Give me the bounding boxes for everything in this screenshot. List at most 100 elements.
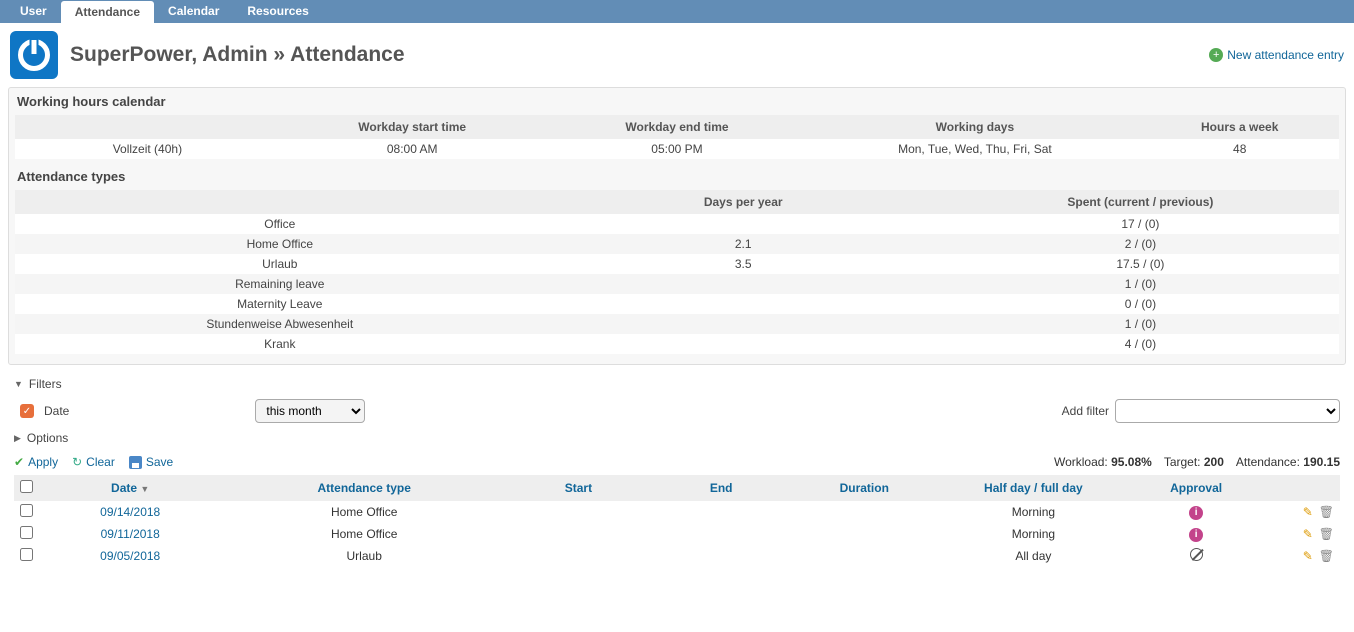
row-date-link[interactable]: 09/05/2018 (39, 545, 221, 567)
tab-calendar[interactable]: Calendar (154, 0, 233, 23)
delete-icon[interactable]: 🗑 (1319, 549, 1334, 563)
page-title: SuperPower, Admin » Attendance (70, 43, 405, 67)
table-cell (545, 334, 942, 354)
col-type[interactable]: Attendance type (221, 475, 507, 501)
table-cell (507, 501, 650, 523)
table-cell: Mon, Tue, Wed, Thu, Fri, Sat (809, 139, 1140, 159)
table-cell: Office (15, 214, 545, 234)
table-row: 09/05/2018Urlaub All day ✎ 🗑 (14, 545, 1340, 567)
save-link[interactable]: Save (129, 455, 173, 469)
nav-tabs: User Attendance Calendar Resources (0, 0, 1354, 23)
table-cell (507, 523, 650, 545)
table-cell: 05:00 PM (545, 139, 810, 159)
apply-link[interactable]: ✔ Apply (14, 455, 58, 469)
save-label: Save (146, 455, 173, 469)
table-cell: 1 / (0) (942, 274, 1339, 294)
row-checkbox[interactable] (20, 548, 33, 561)
table-cell (545, 294, 942, 314)
row-checkbox[interactable] (20, 526, 33, 539)
delete-icon[interactable]: 🗑 (1319, 505, 1334, 519)
table-cell: 4 / (0) (942, 334, 1339, 354)
col-duration[interactable]: Duration (793, 475, 936, 501)
wh-col-start: Workday start time (280, 115, 545, 139)
edit-icon[interactable]: ✎ (1303, 505, 1313, 519)
table-cell: Urlaub (221, 545, 507, 567)
table-cell (545, 274, 942, 294)
ban-icon (1190, 548, 1203, 561)
table-cell: 1 / (0) (942, 314, 1339, 334)
col-start[interactable]: Start (507, 475, 650, 501)
add-filter-select[interactable] (1115, 399, 1340, 423)
at-col-dpy: Days per year (545, 190, 942, 214)
at-table: Days per year Spent (current / previous)… (15, 190, 1339, 354)
info-icon: i (1189, 528, 1203, 542)
clear-link[interactable]: ↻ Clear (72, 455, 115, 469)
date-filter-checkbox[interactable]: ✓ (20, 404, 34, 418)
add-filter-label: Add filter (1062, 404, 1109, 418)
table-row: 09/11/2018Home Office Morning i ✎ 🗑 (14, 523, 1340, 545)
options-toggle[interactable]: ▶ Options (0, 427, 1354, 449)
refresh-icon: ↻ (72, 455, 82, 469)
table-cell (793, 545, 936, 567)
tab-resources[interactable]: Resources (233, 0, 322, 23)
workload-value: 95.08% (1111, 455, 1152, 469)
table-cell: Remaining leave (15, 274, 545, 294)
edit-icon[interactable]: ✎ (1303, 527, 1313, 541)
table-cell: 17.5 / (0) (942, 254, 1339, 274)
table-cell: Morning (936, 523, 1131, 545)
col-checkbox[interactable] (14, 475, 39, 501)
table-row: Maternity Leave0 / (0) (15, 294, 1339, 314)
info-panel: Working hours calendar Workday start tim… (8, 87, 1346, 365)
plus-icon: + (1209, 48, 1223, 62)
table-row: Home Office2.12 / (0) (15, 234, 1339, 254)
at-section-title: Attendance types (9, 163, 1345, 190)
clear-label: Clear (86, 455, 115, 469)
table-cell: 08:00 AM (280, 139, 545, 159)
wh-col-blank (15, 115, 280, 139)
table-cell: Maternity Leave (15, 294, 545, 314)
table-cell (793, 523, 936, 545)
col-halfday[interactable]: Half day / full day (936, 475, 1131, 501)
table-cell: All day (936, 545, 1131, 567)
sort-down-icon: ▼ (140, 484, 149, 494)
table-row: Vollzeit (40h)08:00 AM05:00 PMMon, Tue, … (15, 139, 1339, 159)
actions-row: ✔ Apply ↻ Clear Save Workload: 95.08% Ta… (0, 449, 1354, 475)
workload-label: Workload: (1054, 455, 1108, 469)
table-cell (650, 545, 793, 567)
at-col-spent: Spent (current / previous) (942, 190, 1339, 214)
wh-section-title: Working hours calendar (9, 88, 1345, 115)
table-cell (507, 545, 650, 567)
wh-col-days: Working days (809, 115, 1140, 139)
stats: Workload: 95.08% Target: 200 Attendance:… (1054, 455, 1340, 469)
col-date[interactable]: Date ▼ (39, 475, 221, 501)
tab-user[interactable]: User (6, 0, 61, 23)
attendance-value: 190.15 (1303, 455, 1340, 469)
table-row: 09/14/2018Home OfficeMorningi✎🗑 (14, 501, 1340, 523)
approval-cell (1131, 545, 1262, 567)
table-cell (545, 214, 942, 234)
table-cell: 2 / (0) (942, 234, 1339, 254)
table-row: Krank4 / (0) (15, 334, 1339, 354)
table-cell: Home Office (221, 523, 507, 545)
row-date-link[interactable]: 09/14/2018 (39, 501, 221, 523)
table-cell: 3.5 (545, 254, 942, 274)
target-value: 200 (1204, 455, 1224, 469)
approval-cell: i (1131, 501, 1262, 523)
table-cell: 2.1 (545, 234, 942, 254)
info-icon: i (1189, 506, 1203, 520)
filters-toggle[interactable]: ▼ Filters (0, 373, 1354, 395)
header-bar: SuperPower, Admin » Attendance + New att… (0, 23, 1354, 87)
target-label: Target: (1164, 455, 1201, 469)
tab-attendance[interactable]: Attendance (61, 1, 154, 23)
edit-icon[interactable]: ✎ (1303, 549, 1313, 563)
new-attendance-label: New attendance entry (1227, 48, 1344, 62)
attendance-label: Attendance: (1236, 455, 1300, 469)
col-end[interactable]: End (650, 475, 793, 501)
filter-date-row: ✓ Date this month Add filter (0, 395, 1354, 427)
row-checkbox[interactable] (20, 504, 33, 517)
row-date-link[interactable]: 09/11/2018 (39, 523, 221, 545)
date-filter-select[interactable]: this month (255, 399, 365, 423)
col-approval[interactable]: Approval (1131, 475, 1262, 501)
delete-icon[interactable]: 🗑 (1319, 527, 1334, 541)
new-attendance-link[interactable]: + New attendance entry (1209, 48, 1344, 62)
